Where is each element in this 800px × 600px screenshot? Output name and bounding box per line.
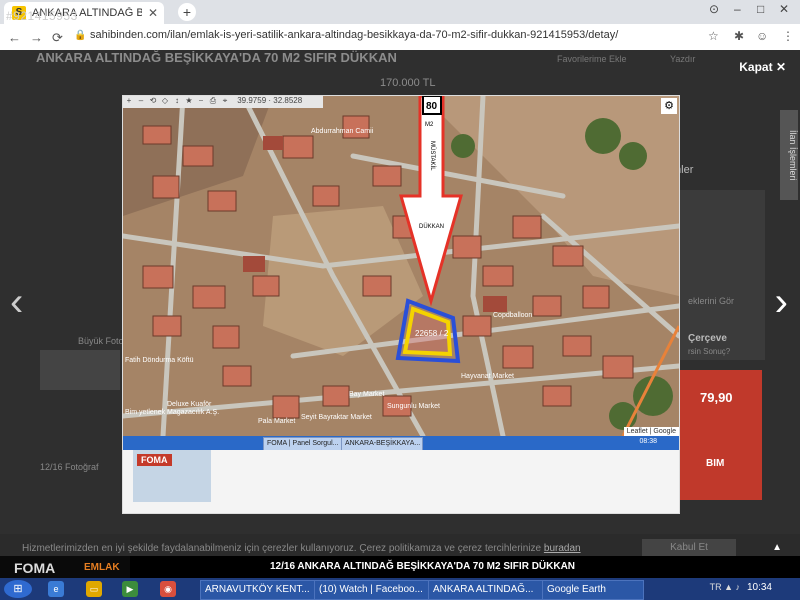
system-tray: TR ▲ ♪ bbox=[709, 582, 740, 592]
profile-download-icon[interactable]: ⊙ bbox=[704, 2, 724, 16]
profile-icon[interactable]: ☺ bbox=[756, 29, 768, 43]
zoom-out-icon[interactable]: – bbox=[135, 96, 147, 105]
side-frame-sub: rsin Sonuç? bbox=[688, 347, 731, 356]
url-field[interactable]: sahibinden.com/ilan/emlak-is-yeri-satili… bbox=[90, 29, 690, 45]
windows-taskbar: ⊞ e ▭ ▶ ◉ ARNAVUTKÖY KENT... (10) Watch … bbox=[0, 578, 800, 600]
reload-icon[interactable]: ⟳ bbox=[52, 30, 63, 46]
map-attribution: Leaflet | Google bbox=[623, 427, 679, 436]
taskbar-item[interactable]: (10) Watch | Faceboo... bbox=[314, 580, 430, 600]
parcel-label: 22658 / 2 bbox=[415, 329, 449, 338]
ilan-islemleri-tab[interactable]: İlan İşlemleri bbox=[780, 110, 798, 200]
embedded-time: 08:38 bbox=[639, 438, 657, 445]
taskbar-item[interactable]: ANKARA ALTINDAĞ... bbox=[428, 580, 544, 600]
embedded-task-item: FOMA | Panel Sorgul... bbox=[263, 437, 345, 451]
listing-title: ANKARA ALTINDAĞ BEŞİKKAYA'DA 70 M2 SIFIR… bbox=[36, 50, 397, 65]
listing-id-overlay: #921415953 bbox=[6, 9, 78, 23]
big-photo-link[interactable]: Büyük Foto bbox=[78, 336, 124, 346]
measure-icon[interactable]: ↕ bbox=[171, 96, 183, 105]
close-icon: ✕ bbox=[775, 60, 786, 74]
photo-thumbnail[interactable] bbox=[40, 350, 120, 390]
ad-brand: BIM bbox=[706, 458, 725, 469]
media-icon[interactable]: ▶ bbox=[122, 581, 138, 597]
new-tab-button[interactable]: + bbox=[178, 3, 196, 21]
map-settings-gear-icon[interactable]: ⚙ bbox=[661, 98, 677, 114]
menu-icon[interactable]: ⋮ bbox=[782, 29, 794, 43]
lightbox-caption: 12/16 ANKARA ALTINDAĞ BEŞİKKAYA'DA 70 M2… bbox=[270, 561, 576, 572]
maximize-button[interactable]: □ bbox=[751, 2, 771, 16]
embedded-task-item: ANKARA-BEŞİKKAYA... bbox=[341, 437, 423, 451]
forward-icon[interactable]: → bbox=[30, 30, 43, 45]
tab-close-icon[interactable]: ✕ bbox=[148, 6, 158, 20]
map-label: Abdurrahman Camii bbox=[311, 128, 374, 135]
lightbox-close-button[interactable]: Kapat ✕ bbox=[739, 60, 786, 74]
window-controls: ⊙ – □ ✕ bbox=[704, 2, 794, 16]
embedded-foma-logo: FOMA bbox=[137, 454, 172, 466]
taskbar-clock: 10:34 bbox=[746, 582, 772, 593]
ad-price: 79,90 bbox=[700, 390, 733, 405]
close-window-button[interactable]: ✕ bbox=[774, 2, 794, 16]
satellite-map[interactable]: 22658 / 2 80 M2 MÜSTAKİL DÜKKAN Abdurrah… bbox=[123, 96, 679, 436]
minimize-button[interactable]: – bbox=[727, 2, 747, 16]
rotate-icon[interactable]: ⟲ bbox=[147, 96, 159, 105]
locate-icon[interactable]: ⌖ bbox=[219, 96, 231, 106]
map-label: Copdballoon bbox=[493, 312, 532, 319]
prev-photo-arrow[interactable]: ‹ bbox=[10, 280, 23, 325]
folder-icon[interactable]: ▭ bbox=[86, 581, 102, 597]
photo-counter: 12/16 Fotoğraf bbox=[40, 462, 99, 472]
extensions-icon[interactable]: ✱ bbox=[734, 29, 744, 43]
star-icon[interactable]: ★ bbox=[183, 96, 195, 105]
next-photo-arrow[interactable]: › bbox=[775, 280, 788, 325]
side-link[interactable]: eklerini Gör bbox=[688, 296, 734, 306]
address-bar: ← → ⟳ 🔒 sahibinden.com/ilan/emlak-is-yer… bbox=[0, 24, 800, 51]
lightbox-image: 22658 / 2 80 M2 MÜSTAKİL DÜKKAN Abdurrah… bbox=[122, 95, 680, 514]
print-icon[interactable]: ⎙ bbox=[207, 96, 219, 106]
map-label: Seyit Bayraktar Market bbox=[301, 414, 372, 421]
favorites-link[interactable]: Favorilerime Ekle bbox=[557, 54, 627, 64]
accept-cookies-button[interactable]: Kabul Et bbox=[642, 539, 736, 557]
cookie-text: Hizmetlerimizden en iyi şekilde faydalan… bbox=[22, 543, 581, 554]
map-label: Deluxe Kuaför bbox=[167, 401, 212, 408]
bookmark-star-icon[interactable]: ☆ bbox=[708, 29, 719, 43]
taskbar-item[interactable]: Google Earth bbox=[542, 580, 644, 600]
back-icon[interactable]: ← bbox=[8, 30, 21, 45]
annotation-number: 80 bbox=[426, 101, 438, 112]
emlak-logo-text: EMLAK bbox=[84, 562, 120, 573]
map-label: Pala Market bbox=[258, 418, 295, 425]
annotation-word1: MÜSTAKİL bbox=[429, 141, 436, 171]
map-label: Hayvanat Market bbox=[461, 373, 514, 380]
foma-logo-text: FOMA bbox=[14, 560, 56, 576]
map-label: Sungunlu Market bbox=[387, 403, 440, 410]
taskbar-item[interactable]: ARNAVUTKÖY KENT... bbox=[200, 580, 316, 600]
zoom-in-icon[interactable]: + bbox=[123, 96, 135, 105]
map-label: Bay Market bbox=[349, 391, 384, 398]
print-link[interactable]: Yazdır bbox=[670, 54, 695, 64]
lock-icon: 🔒 bbox=[74, 30, 87, 41]
start-button-icon[interactable]: ⊞ bbox=[4, 580, 32, 598]
embedded-taskbar: FOMA | Panel Sorgul... ANKARA-BEŞİKKAYA.… bbox=[123, 436, 679, 451]
shape-icon[interactable]: ◇ bbox=[159, 96, 171, 105]
map-coords: 39.9759 · 32.8528 bbox=[237, 96, 303, 105]
annotation-unit: M2 bbox=[425, 122, 434, 128]
map-toolbar: + – ⟲ ◇ ↕ ★ ⎯ ⎙ ⌖ 39.9759 · 32.8528 bbox=[123, 96, 323, 108]
chrome-icon[interactable]: ◉ bbox=[160, 581, 176, 597]
ie-icon[interactable]: e bbox=[48, 581, 64, 597]
close-label: Kapat bbox=[739, 60, 773, 74]
side-frame-title: Çerçeve bbox=[688, 333, 727, 344]
cookie-policy-link[interactable]: buradan bbox=[544, 543, 581, 554]
line-icon[interactable]: ⎯ bbox=[195, 96, 207, 106]
map-label: Bim yetlenek Magazacılık A.Ş. bbox=[125, 409, 219, 416]
foma-emlak-logo: FOMA EMLAK bbox=[0, 556, 130, 578]
browser-tab-strip: S ANKARA ALTINDAĞ BEŞİKKAYA'DA ✕ #921415… bbox=[0, 0, 800, 24]
scroll-top-icon[interactable]: ▲ bbox=[772, 542, 782, 553]
map-svg: 22658 / 2 80 M2 MÜSTAKİL DÜKKAN Abdurrah… bbox=[123, 96, 679, 436]
annotation-word2: DÜKKAN bbox=[419, 223, 444, 230]
map-label: Fatih Döndurma Köftü bbox=[125, 357, 194, 364]
listing-price: 170.000 TL bbox=[380, 77, 436, 89]
